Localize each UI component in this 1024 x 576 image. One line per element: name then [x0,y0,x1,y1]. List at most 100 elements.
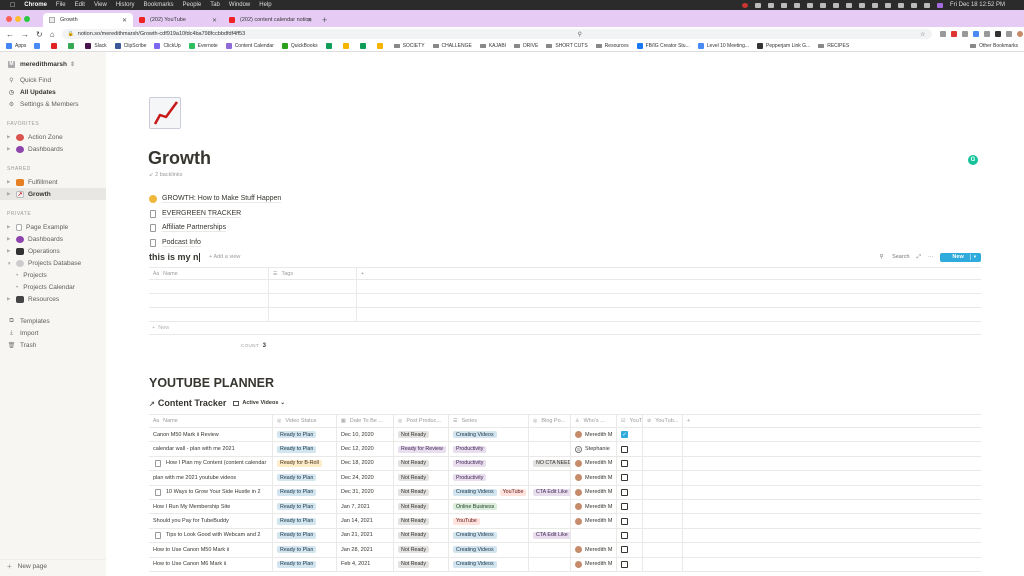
series-cell[interactable]: Creating Videos [449,557,529,571]
assignee-cell[interactable]: Meredith M [571,514,617,528]
status-icon[interactable] [780,2,787,8]
series-cell[interactable]: Creating Videos YouTube [449,485,529,499]
profile-avatar[interactable] [1016,31,1023,37]
status-cell[interactable]: Ready to Plan [273,528,337,543]
menu-bookmarks[interactable]: Bookmarks [144,2,174,8]
new-record-button[interactable]: New ▾ [940,252,981,262]
youtube-url-cell[interactable] [643,514,683,528]
table-row[interactable] [149,294,981,308]
bookmark-item[interactable]: ClipScribe [114,43,146,49]
add-column-button[interactable]: + [683,415,981,427]
series-cell[interactable]: Productivity [449,442,529,456]
blog-post-cell[interactable] [529,442,571,456]
more-options-icon[interactable]: ··· [928,254,934,260]
minimize-window-button[interactable] [15,15,21,22]
table-row[interactable]: How to Use Canon M50 Mark ii Ready to Pla… [149,543,981,558]
youtube-url-cell[interactable] [643,428,683,442]
date-cell[interactable]: Dec 24, 2020 [337,471,394,485]
name-cell[interactable]: calendar wall - plan with me 2021 [149,442,273,456]
browser-tab-growth[interactable]: Growth ✕ [43,13,133,27]
date-cell[interactable]: Dec 31, 2020 [337,485,394,499]
sidebar-import[interactable]: ⤓ Import [0,327,106,339]
youtube-url-cell[interactable] [643,456,683,471]
collapse-triangle-icon[interactable]: ▼ [7,261,13,266]
sidebar-item-fulfillment[interactable]: ▶ Fulfillment [0,176,106,188]
close-tab-icon[interactable]: ✕ [122,17,127,24]
sidebar-settings[interactable]: ⚙ Settings & Members [0,98,106,110]
bookmark-item[interactable] [359,43,369,49]
maximize-window-button[interactable] [24,15,30,22]
bookmark-item[interactable]: Pepperjam Link G... [757,43,810,49]
series-cell[interactable]: Creating Videos [449,428,529,442]
table-row[interactable]: Should you Pay for TubeBuddy Ready to Pla… [149,514,981,529]
post-production-cell[interactable]: Not Ready [394,456,449,471]
linked-database-title[interactable]: ↗ Content Tracker [149,398,226,408]
series-cell[interactable]: Creating Videos [449,543,529,557]
bookmark-item[interactable]: DRIVE [514,43,538,49]
bluetooth-icon[interactable] [871,2,878,8]
status-cell[interactable]: Ready to Plan [273,428,337,442]
checkbox-cell[interactable] [617,442,643,456]
blog-post-cell[interactable] [529,471,571,485]
assignee-cell[interactable]: Meredith M [571,557,617,571]
checkbox[interactable] [621,459,628,467]
sidebar-trash[interactable]: 🗑 Trash [0,339,106,351]
grammarly-icon[interactable]: G [968,155,978,165]
table-row[interactable]: How to Use Canon M6 Mark ii Ready to Plan… [149,557,981,572]
assignee-cell[interactable]: Meredith M [571,471,617,485]
column-header[interactable]: ◎ Post Produc... [394,415,449,427]
name-cell[interactable]: plan with me 2021 youtube videos [149,471,273,485]
youtube-url-cell[interactable] [643,471,683,485]
bookmark-item[interactable]: Apps [6,43,26,49]
search-button[interactable]: ⚲ Search [873,254,910,260]
home-icon[interactable]: ⌂ [50,30,55,39]
menu-help[interactable]: Help [259,2,271,8]
battery-icon[interactable] [884,2,891,8]
add-view-button[interactable]: + Add a view [209,254,240,260]
add-row-button[interactable]: + New [149,322,981,335]
count-summary[interactable]: COUNT 3 [241,343,266,349]
close-window-button[interactable] [6,15,12,22]
series-cell[interactable]: Productivity [449,456,529,471]
sidebar-item-projects-database[interactable]: ▼ Projects Database [0,257,106,269]
post-production-cell[interactable]: Not Ready [394,528,449,543]
expand-triangle-icon[interactable]: ▶ [7,191,13,197]
reload-icon[interactable]: ↻ [36,30,43,39]
menu-view[interactable]: View [94,2,107,8]
table-row[interactable]: Tips to Look Good with Webcam and 2 Ready… [149,528,981,544]
url-bar[interactable]: 🔒 notion.so/meredithmarsh/Growth-cdf919a… [61,29,932,39]
database-title-input[interactable]: this is my n [149,252,199,262]
sidebar-item-page-example[interactable]: ▶ Page Example [0,221,106,233]
status-cell[interactable]: Ready to Plan [273,499,337,514]
status-cell[interactable]: Ready to Plan [273,514,337,528]
extension-icon[interactable] [972,31,979,37]
status-icon[interactable] [832,2,839,8]
youtube-url-cell[interactable] [643,528,683,543]
wifi-icon[interactable] [897,2,904,8]
page-link-podcast-info[interactable]: Podcast Info [149,236,281,251]
checkbox[interactable] [621,560,628,568]
assignee-cell[interactable]: Meredith M [571,485,617,499]
checkbox-cell[interactable] [617,456,643,471]
bookmark-item[interactable] [51,43,60,49]
checkbox[interactable] [621,546,628,554]
sidebar-item-resources[interactable]: ▶ Resources [0,293,106,305]
expand-icon[interactable]: ⤢ [917,254,921,261]
status-cell[interactable]: Ready for B-Roll [273,456,337,471]
sidebar-item-projects-calendar[interactable]: • Projects Calendar [0,281,106,293]
blog-post-cell[interactable]: CTA Edit Like [529,528,571,543]
blog-post-cell[interactable] [529,514,571,528]
expand-triangle-icon[interactable]: ▶ [7,296,13,302]
sidebar-item-action-zone[interactable]: ▶ Action Zone [0,131,106,143]
assignee-cell[interactable]: Meredith M [571,428,617,442]
assignee-cell[interactable]: Meredith M [571,499,617,514]
post-production-cell[interactable]: Not Ready [394,428,449,442]
checkbox[interactable]: ✓ [621,431,628,439]
name-cell[interactable] [149,280,269,293]
checkbox[interactable] [621,474,628,482]
extension-icon[interactable] [950,31,957,37]
status-icon[interactable] [845,2,852,8]
name-cell[interactable]: 10 Ways to Grow Your Side Hustle in 2 [149,485,273,499]
checkbox-cell[interactable]: ✓ [617,428,643,442]
assignee-cell[interactable]: S Stephanie [571,442,617,456]
